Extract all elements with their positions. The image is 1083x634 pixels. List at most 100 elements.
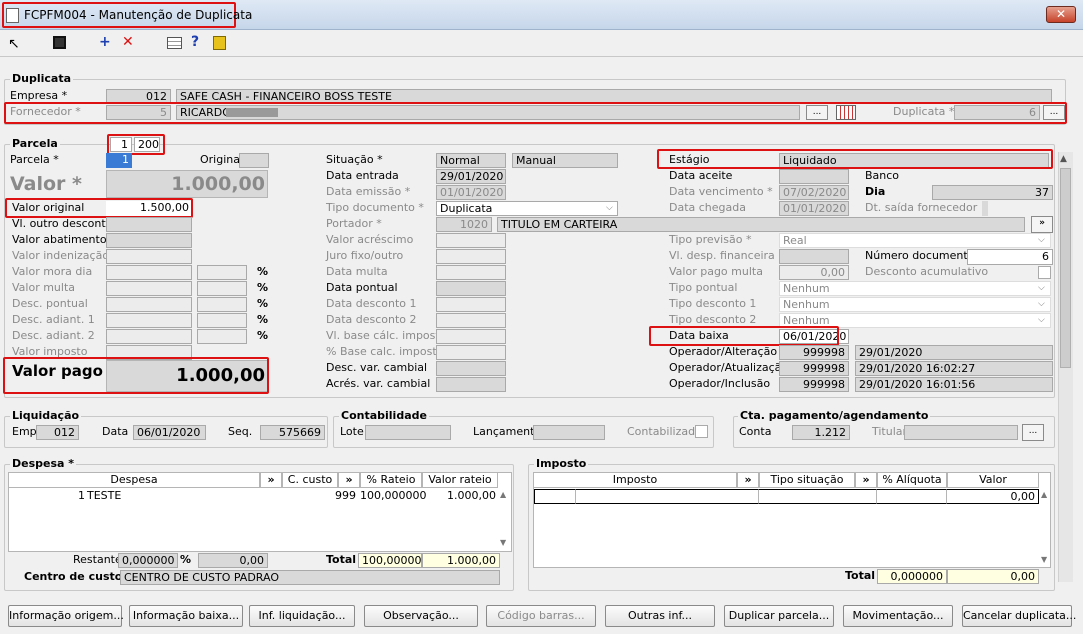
scroll-down-icon[interactable]: ▼ — [1041, 555, 1047, 564]
dt-saida-field[interactable] — [982, 201, 988, 216]
imposto-row-cell[interactable] — [534, 489, 576, 504]
despesa-row-rateio[interactable]: 100,000000 — [360, 489, 426, 503]
desc-pontual-field[interactable] — [106, 297, 192, 312]
imposto-col-imposto[interactable]: Imposto — [533, 472, 737, 488]
desc-adiant1-field[interactable] — [106, 313, 192, 328]
add-icon[interactable]: + — [99, 34, 111, 50]
valor-acrescimo-field[interactable] — [436, 233, 506, 248]
despesa-lookup-button[interactable]: » — [260, 472, 282, 488]
despesa-col-rateio[interactable]: % Rateio — [360, 472, 422, 488]
operador-alteracao-code: 999998 — [779, 345, 849, 360]
observacao-button[interactable]: Observação... — [364, 605, 478, 627]
despesa-row-valor[interactable]: 1.000,00 — [422, 489, 496, 503]
adiant2-pct-field[interactable] — [197, 329, 247, 344]
imposto-col-aliquota[interactable]: % Alíquota — [877, 472, 947, 488]
data-chegada-field[interactable]: 01/01/2020 — [779, 201, 849, 216]
imposto-row-tipo[interactable] — [759, 489, 877, 504]
pct-base-calc-field[interactable] — [436, 345, 506, 360]
movimentacao-button[interactable]: Movimentação... — [843, 605, 953, 627]
tipo-previsao-select[interactable]: Real — [779, 233, 1051, 248]
situacao-field-2[interactable]: Manual — [512, 153, 618, 168]
valor-indenizacao-label: Valor indenização — [12, 249, 110, 262]
portador-code[interactable]: 1020 — [436, 217, 492, 232]
valor-abatimento-field[interactable] — [106, 233, 192, 248]
despesa-row-ccusto[interactable]: 999 — [282, 489, 356, 503]
toolbar-divider — [0, 56, 1083, 57]
tipo-desconto1-select[interactable]: Nenhum — [779, 297, 1051, 312]
duplicar-parcela-button[interactable]: Duplicar parcela... — [724, 605, 834, 627]
scrollbar-thumb[interactable] — [1060, 168, 1071, 368]
tipo-documento-select[interactable]: Duplicata — [436, 201, 618, 216]
acres-var-cambial-field[interactable] — [436, 377, 506, 392]
ccusto-lookup-button[interactable]: » — [338, 472, 360, 488]
original-field[interactable] — [239, 153, 269, 168]
vl-outro-desconto-field[interactable] — [106, 217, 192, 232]
cta-section-title: Cta. pagamento/agendamento — [738, 409, 931, 422]
close-window-button[interactable]: ✕ — [1046, 6, 1076, 23]
valor-multa-field[interactable] — [106, 281, 192, 296]
informacao-origem-button[interactable]: Informação origem... — [8, 605, 124, 627]
valor-mora-dia-field[interactable] — [106, 265, 192, 280]
exit-icon[interactable] — [213, 36, 226, 50]
data-desconto1-field[interactable] — [436, 297, 506, 312]
restante-label: Restante — [73, 553, 122, 566]
despesa-col-despesa[interactable]: Despesa — [8, 472, 260, 488]
juro-fixo-field[interactable] — [436, 249, 506, 264]
data-desconto2-field[interactable] — [436, 313, 506, 328]
titular-lookup-button[interactable]: ... — [1022, 424, 1044, 441]
contabilizado-checkbox[interactable] — [695, 425, 708, 438]
data-multa-field[interactable] — [436, 265, 506, 280]
data-vencimento-field[interactable]: 07/02/2020 — [779, 185, 849, 200]
scroll-up-icon[interactable]: ▲ — [1060, 154, 1067, 164]
imposto-lookup-button[interactable]: » — [737, 472, 759, 488]
back-icon[interactable]: ↖ — [8, 36, 20, 52]
informacao-baixa-button[interactable]: Informação baixa... — [129, 605, 243, 627]
imposto-row-aliquota[interactable] — [877, 489, 947, 504]
portador-lookup-button[interactable]: » — [1031, 216, 1053, 233]
despesa-row-name[interactable]: TESTE — [87, 489, 121, 503]
imposto-col-valor[interactable]: Valor — [947, 472, 1039, 488]
despesa-row-num: 1 — [78, 489, 85, 502]
scroll-up-icon[interactable]: ▲ — [1041, 490, 1047, 499]
tipo-pontual-select[interactable]: Nenhum — [779, 281, 1051, 296]
situacao-field-1[interactable]: Normal — [436, 153, 506, 168]
scroll-down-icon[interactable]: ▼ — [500, 538, 506, 547]
codigo-barras-button[interactable]: Código barras... — [486, 605, 596, 627]
imposto-col-tipo-situacao[interactable]: Tipo situação — [759, 472, 855, 488]
despesa-total-label: Total — [326, 553, 357, 566]
grid-icon[interactable] — [167, 37, 182, 49]
mora-pct-field[interactable] — [197, 265, 247, 280]
valor-pago-multa-field[interactable]: 0,00 — [779, 265, 849, 280]
vl-base-calc-field[interactable] — [436, 329, 506, 344]
help-icon[interactable]: ? — [191, 34, 199, 50]
desc-var-cambial-field[interactable] — [436, 361, 506, 376]
delete-icon[interactable]: ✕ — [122, 34, 134, 50]
data-aceite-field[interactable] — [779, 169, 849, 184]
outras-inf-button[interactable]: Outras inf... — [605, 605, 715, 627]
save-icon[interactable] — [53, 36, 66, 49]
valor-indenizacao-field[interactable] — [106, 249, 192, 264]
parcela-field[interactable]: 1 — [106, 153, 132, 168]
dia-field[interactable]: 37 — [932, 185, 1053, 200]
desc-adiant2-field[interactable] — [106, 329, 192, 344]
despesa-col-ccusto[interactable]: C. custo — [282, 472, 338, 488]
pontual-pct-field[interactable] — [197, 297, 247, 312]
numero-documento-field[interactable]: 6 — [967, 249, 1053, 265]
scroll-up-icon[interactable]: ▲ — [500, 490, 506, 499]
tipo-situacao-lookup-button[interactable]: » — [855, 472, 877, 488]
data-pontual-field[interactable] — [436, 281, 506, 296]
chevron-down-icon: ⌵ — [606, 203, 613, 213]
imposto-row-valor[interactable]: 0,00 — [947, 489, 1039, 504]
vl-desp-financeira-field[interactable] — [779, 249, 849, 264]
data-entrada-field[interactable]: 29/01/2020 — [436, 169, 506, 184]
data-emissao-field[interactable]: 01/01/2020 — [436, 185, 506, 200]
cancelar-duplicata-button[interactable]: Cancelar duplicata... — [962, 605, 1076, 627]
multa-pct-field[interactable] — [197, 281, 247, 296]
despesa-col-valor[interactable]: Valor rateio — [422, 472, 498, 488]
valor-field[interactable]: 1.000,00 — [106, 170, 268, 198]
desconto-acumulativo-checkbox[interactable] — [1038, 266, 1051, 279]
imposto-row-imposto[interactable] — [576, 489, 759, 504]
adiant1-pct-field[interactable] — [197, 313, 247, 328]
inf-liquidacao-button[interactable]: Inf. liquidação... — [249, 605, 355, 627]
operador-atualizacao-label: Operador/Atualização — [669, 361, 789, 374]
